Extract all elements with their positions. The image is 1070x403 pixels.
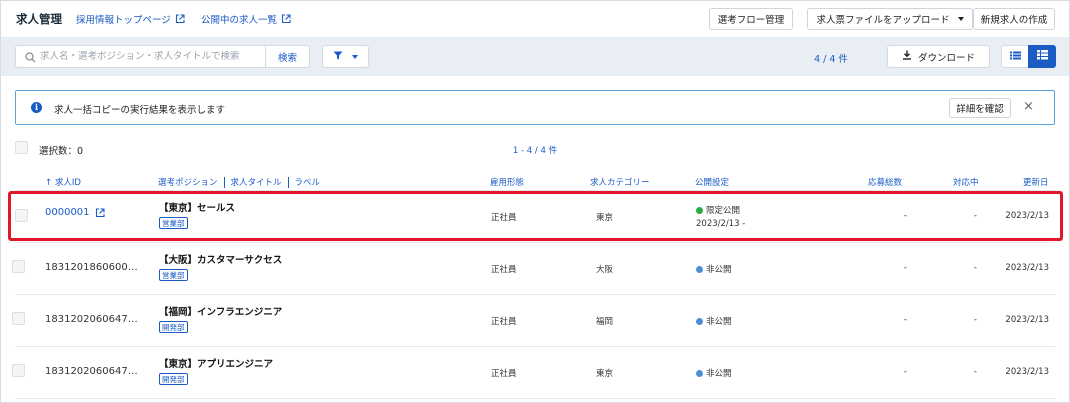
department-tag: 開発部	[159, 321, 188, 333]
job-title[interactable]: 【福岡】インフラエンジニア	[159, 304, 282, 318]
publish-status: 非公開	[696, 367, 732, 379]
page-title: 求人管理	[16, 12, 62, 26]
status-dot-icon	[696, 369, 703, 377]
recruit-top-link[interactable]: 採用情報トップページ	[76, 12, 185, 26]
view-details-button[interactable]: 詳細を確認	[949, 98, 1011, 118]
publish-status-label: 非公開	[706, 265, 732, 275]
column-separator	[223, 177, 225, 188]
chevron-down-icon	[957, 17, 964, 21]
filter-button[interactable]	[322, 45, 369, 68]
upload-job-file-label: 求人票ファイルをアップロード	[816, 15, 950, 26]
row-divider	[15, 398, 1055, 399]
status-dot-icon	[696, 317, 703, 325]
info-icon: i	[31, 102, 42, 113]
column-header-position-group: 選考ポジション 求人タイトル ラベル	[158, 176, 320, 188]
column-header-category[interactable]: 求人カテゴリー	[590, 176, 650, 188]
application-count: -	[903, 263, 907, 273]
search-icon	[25, 52, 36, 66]
toolbar: 検索 4 / 4 件 ダウンロード	[1, 37, 1069, 76]
handling-count: -	[973, 367, 977, 377]
employment-type: 正社員	[491, 317, 517, 327]
employment-type: 正社員	[491, 265, 517, 275]
publish-status-label: 非公開	[706, 369, 732, 379]
download-icon	[902, 50, 912, 63]
column-header-updated[interactable]: 更新日	[1023, 176, 1049, 188]
search-input[interactable]	[40, 51, 265, 62]
column-separator	[287, 177, 289, 188]
public-jobs-link-label: 公開中の求人一覧	[201, 15, 278, 26]
page-header: 求人管理 採用情報トップページ 公開中の求人一覧 選考フロー管理 求人票ファイル…	[0, 0, 1068, 37]
department-tag: 営業部	[159, 269, 188, 281]
column-header-employment[interactable]: 雇用形態	[490, 176, 524, 188]
table-view-icon	[1036, 50, 1048, 63]
notice-text: 求人一括コピーの実行結果を表示します	[54, 105, 226, 116]
job-category: 福岡	[596, 317, 614, 327]
job-id: 1831202060647…	[45, 314, 138, 325]
application-count: -	[903, 315, 907, 325]
updated-date: 2023/2/13	[1005, 367, 1049, 377]
list-view-button[interactable]	[1001, 45, 1029, 68]
create-job-button[interactable]: 新規求人の作成	[973, 8, 1055, 30]
table-row[interactable]: 1831202060647… 【福岡】インフラエンジニア 開発部 正社員 福岡 …	[1, 295, 1069, 346]
public-jobs-link[interactable]: 公開中の求人一覧	[201, 12, 291, 26]
table-view-button[interactable]	[1028, 45, 1056, 68]
column-header-publish[interactable]: 公開設定	[695, 176, 729, 188]
external-link-icon	[281, 14, 291, 24]
download-button[interactable]: ダウンロード	[887, 45, 990, 68]
search-field[interactable]	[15, 45, 265, 68]
publish-status: 非公開	[696, 315, 732, 327]
pagination-info: 1 - 4 / 4 件	[512, 146, 558, 156]
column-header-applications[interactable]: 応募総数	[868, 176, 902, 188]
column-header-id[interactable]: ↑ 求人ID	[45, 176, 81, 188]
column-header-label[interactable]: ラベル	[295, 178, 321, 188]
download-label: ダウンロード	[917, 52, 975, 64]
copy-result-notice: i 求人一括コピーの実行結果を表示します 詳細を確認 ×	[15, 90, 1055, 125]
updated-date: 2023/2/13	[1005, 315, 1049, 325]
upload-job-file-button[interactable]: 求人票ファイルをアップロード	[807, 8, 973, 30]
job-category: 東京	[596, 369, 614, 379]
status-dot-icon	[696, 265, 703, 273]
column-header-handling[interactable]: 対応中	[953, 176, 979, 188]
table-row[interactable]: 1831202060647… 【東京】アプリエンジニア 開発部 正社員 東京 非…	[1, 347, 1069, 398]
result-count: 4 / 4 件	[814, 54, 848, 65]
job-title[interactable]: 【東京】アプリエンジニア	[159, 356, 273, 370]
row-checkbox[interactable]	[12, 364, 25, 377]
filter-icon	[333, 51, 343, 63]
job-category: 大阪	[596, 265, 614, 275]
column-header-position[interactable]: 選考ポジション	[158, 178, 218, 188]
selection-count: 選択数：0	[39, 146, 84, 157]
handling-count: -	[973, 263, 977, 273]
department-tag: 開発部	[159, 373, 188, 385]
highlight-box	[8, 191, 1063, 241]
list-icon	[1009, 51, 1021, 63]
publish-status: 非公開	[696, 263, 732, 275]
updated-date: 2023/2/13	[1005, 263, 1049, 273]
publish-status-label: 非公開	[706, 317, 732, 327]
job-id: 1831202060647…	[45, 366, 138, 377]
column-header-title[interactable]: 求人タイトル	[231, 178, 282, 188]
external-link-icon	[175, 14, 185, 24]
row-checkbox[interactable]	[12, 260, 25, 273]
application-count: -	[903, 367, 907, 377]
table-row[interactable]: 1831201860600… 【大阪】カスタマーサクセス 営業部 正社員 大阪 …	[1, 243, 1069, 294]
selection-flow-button[interactable]: 選考フロー管理	[709, 8, 793, 30]
handling-count: -	[973, 315, 977, 325]
close-icon[interactable]: ×	[1023, 99, 1034, 115]
job-id: 1831201860600…	[45, 262, 138, 273]
employment-type: 正社員	[491, 369, 517, 379]
chevron-down-icon	[352, 54, 358, 59]
job-title[interactable]: 【大阪】カスタマーサクセス	[159, 252, 282, 266]
row-checkbox[interactable]	[12, 312, 25, 325]
search-button[interactable]: 検索	[265, 45, 310, 68]
recruit-top-link-label: 採用情報トップページ	[76, 15, 171, 26]
select-all-checkbox[interactable]	[15, 141, 28, 154]
